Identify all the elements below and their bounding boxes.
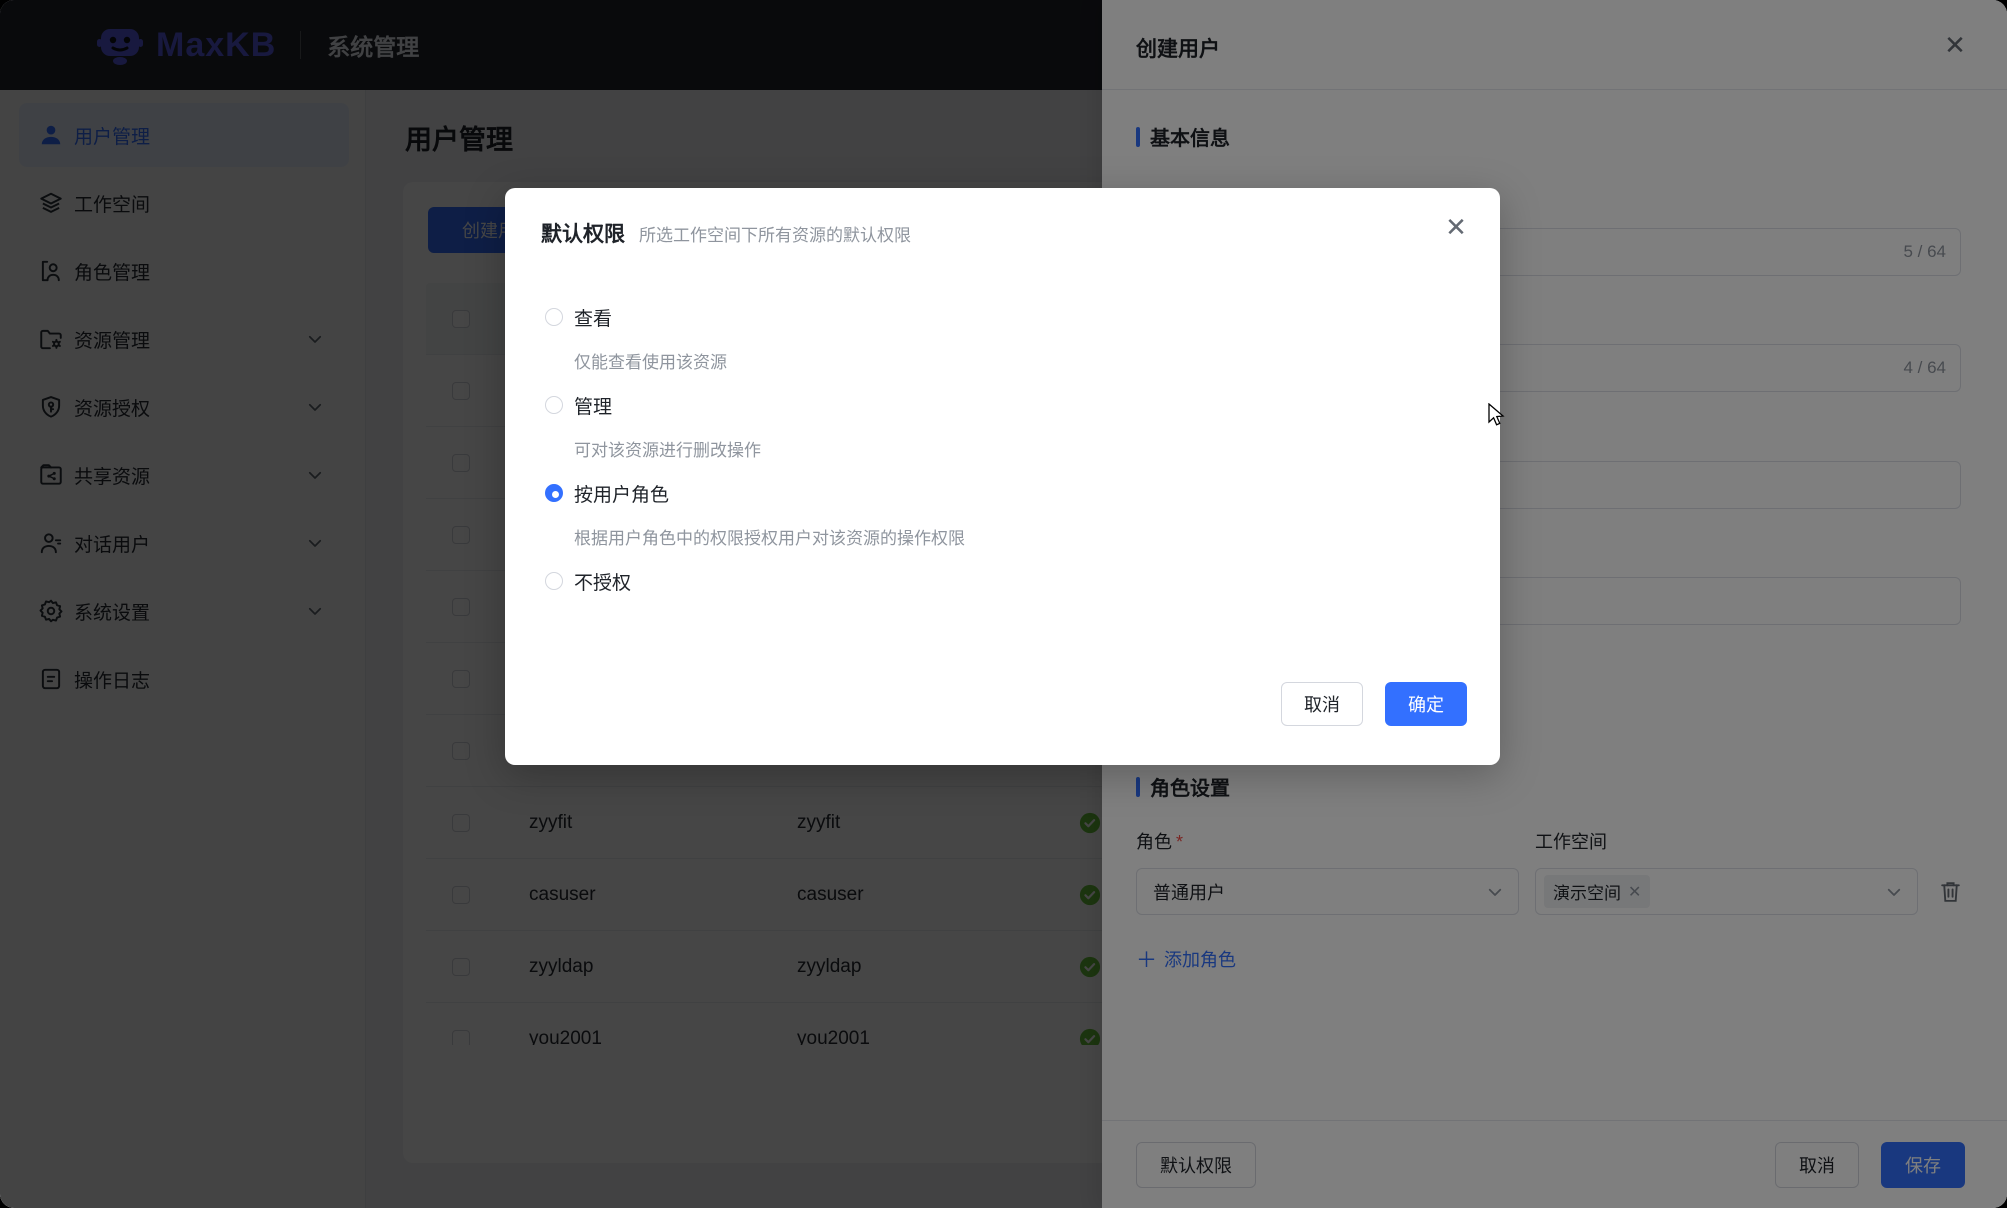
modal-buttons: 取消 确定 bbox=[1281, 682, 1467, 726]
permission-option-desc: 仅能查看使用该资源 bbox=[574, 348, 1460, 372]
permission-option-desc: 可对该资源进行删改操作 bbox=[574, 436, 1460, 460]
permission-option-0[interactable]: 查看 bbox=[545, 304, 1460, 330]
default-permission-modal: 默认权限 所选工作空间下所有资源的默认权限 ✕ 查看仅能查看使用该资源管理可对该… bbox=[505, 188, 1500, 765]
radio-selected-icon[interactable] bbox=[545, 484, 563, 502]
permission-option-2[interactable]: 按用户角色 bbox=[545, 480, 1460, 506]
modal-header: 默认权限 所选工作空间下所有资源的默认权限 bbox=[541, 218, 911, 248]
permission-options: 查看仅能查看使用该资源管理可对该资源进行删改操作按用户角色根据用户角色中的权限授… bbox=[545, 304, 1460, 612]
radio-unselected-icon[interactable] bbox=[545, 396, 563, 414]
permission-option-3[interactable]: 不授权 bbox=[545, 568, 1460, 594]
modal-title: 默认权限 bbox=[541, 218, 625, 248]
modal-confirm-button[interactable]: 确定 bbox=[1385, 682, 1467, 726]
radio-unselected-icon[interactable] bbox=[545, 572, 563, 590]
app-window: MaxKB 系统管理 用户管理工作空间角色管理资源管理资源授权共享资源对话用户系… bbox=[0, 0, 2007, 1208]
modal-subtitle: 所选工作空间下所有资源的默认权限 bbox=[639, 221, 911, 246]
radio-unselected-icon[interactable] bbox=[545, 308, 563, 326]
mouse-cursor bbox=[1487, 403, 1511, 429]
close-icon[interactable]: ✕ bbox=[1444, 216, 1468, 240]
permission-option-desc: 根据用户角色中的权限授权用户对该资源的操作权限 bbox=[574, 524, 1460, 548]
modal-cancel-button[interactable]: 取消 bbox=[1281, 682, 1363, 726]
permission-option-1[interactable]: 管理 bbox=[545, 392, 1460, 418]
